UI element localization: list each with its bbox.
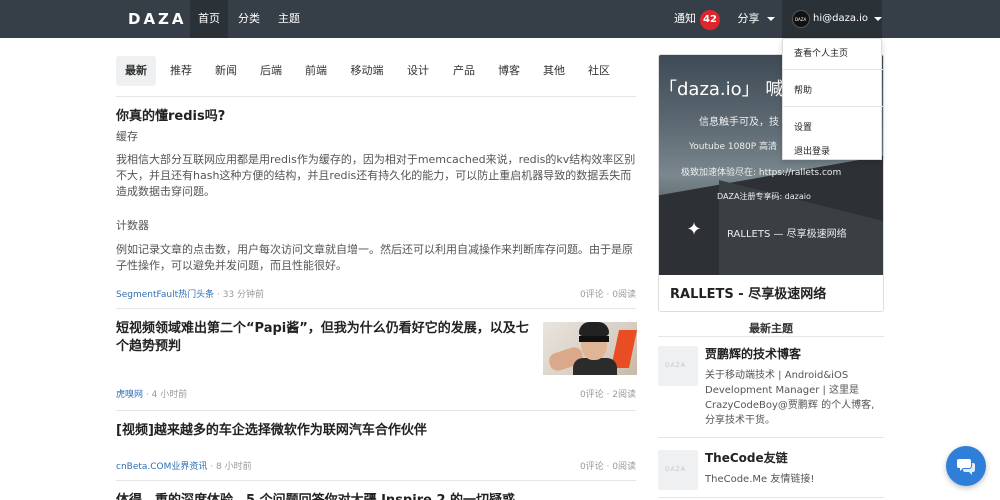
ad-line: 信息触手可及，技 (699, 117, 779, 128)
nav-topics[interactable]: 主题 (270, 0, 308, 38)
category-tabs: 最新 推荐 新闻 后端 前端 移动端 设计 产品 博客 其他 社区 (116, 56, 636, 86)
section-title: 最新主题 (749, 322, 793, 335)
article-thumbnail[interactable] (543, 322, 637, 375)
tab-latest[interactable]: 最新 (116, 56, 156, 86)
topic-thumbnail-text: DAZA (665, 466, 686, 473)
avatar: DAZA (792, 10, 810, 28)
tab-community[interactable]: 社区 (579, 56, 619, 86)
chat-button[interactable] (946, 446, 986, 486)
tabs-divider (116, 96, 636, 97)
ad-caption: RALLETS - 尽享极速网络 (670, 287, 827, 302)
menu-item-settings[interactable]: 设置 (783, 120, 883, 133)
topic-thumbnail[interactable]: DAZA (658, 346, 698, 386)
article-stats: 0评论 · 2阅读 (579, 390, 636, 400)
menu-divider (783, 69, 883, 70)
article-title[interactable]: 体得，重的深度体验，5 个问题回答你对大疆 Inspire 2 的一切疑惑 (116, 492, 636, 500)
article-source[interactable]: 虎嗅网 (116, 390, 143, 400)
user-dropdown-menu: 查看个人主页 帮助 设置 退出登录 (782, 38, 883, 160)
share-label: 分享 (737, 12, 760, 25)
article-time: 4 小时前 (151, 390, 188, 400)
topic-thumbnail[interactable]: DAZA (658, 450, 698, 490)
article-item: 你真的懂redis吗? 缓存 我相信大部分互联网应用都是用redis作为缓存的，… (116, 108, 636, 274)
topic-divider (658, 497, 884, 498)
menu-divider (783, 106, 883, 107)
article-subheading: 缓存 (116, 130, 138, 143)
chat-bubble-icon (957, 459, 975, 475)
chevron-down-icon (874, 17, 882, 21)
ad-line: Youtube 1080P 高清 (689, 142, 778, 152)
ad-line: 极致加速体验尽在: https://rallets.com (681, 168, 842, 178)
article-source[interactable]: SegmentFault热门头条 (116, 290, 214, 300)
chevron-down-icon (766, 17, 775, 21)
rallets-logo-icon: ✦ (686, 219, 702, 240)
article-divider (116, 480, 636, 481)
top-navbar: DAZA 首页 分类 主题 通知 42 分享 DAZA hi@daza.io (0, 0, 1000, 38)
article-title[interactable]: 你真的懂redis吗? (116, 108, 636, 126)
tab-other[interactable]: 其他 (534, 56, 574, 86)
article-meta: SegmentFault热门头条 · 33 分钟前 0评论 · 0阅读 (116, 287, 636, 301)
section-divider (658, 336, 884, 337)
article-time: 8 小时前 (216, 462, 252, 472)
article-subheading: 计数器 (116, 219, 149, 232)
user-menu-button[interactable]: DAZA hi@daza.io (782, 0, 882, 38)
topic-description: 关于移动端技术 | Android&iOS Development Manage… (705, 370, 875, 426)
notifications-label: 通知 (674, 12, 696, 25)
menu-item-profile[interactable]: 查看个人主页 (783, 46, 883, 59)
ad-line: DAZA注册专享码: dazaio (717, 192, 811, 201)
user-email: hi@daza.io (813, 13, 869, 24)
article-meta: 虎嗅网 · 4 小时前 0评论 · 2阅读 (116, 387, 636, 401)
menu-item-help[interactable]: 帮助 (783, 83, 883, 96)
article-excerpt: 例如记录文章的点击数，用户每次访问文章就自增一。然后还可以利用自减操作来判断库存… (116, 243, 633, 272)
article-item: [视频]越来越多的车企选择微软作为联网汽车合作伙伴 (116, 422, 636, 440)
menu-item-logout[interactable]: 退出登录 (783, 144, 883, 157)
article-meta: cnBeta.COM业界资讯 · 8 小时前 0评论 · 0阅读 (116, 459, 636, 473)
tab-news[interactable]: 新闻 (206, 56, 246, 86)
article-title[interactable]: 短视频领域难出第二个“Papi酱”，但我为什么仍看好它的发展，以及七个趋势预判 (116, 320, 541, 356)
notification-count-badge: 42 (700, 10, 720, 30)
topic-thumbnail-text: DAZA (665, 362, 686, 369)
article-source[interactable]: cnBeta.COM业界资讯 (116, 462, 207, 472)
topic-divider (658, 437, 884, 438)
article-stats: 0评论 · 0阅读 (579, 290, 636, 300)
tab-product[interactable]: 产品 (444, 56, 484, 86)
nav-home[interactable]: 首页 (190, 0, 228, 38)
nav-category[interactable]: 分类 (230, 0, 268, 38)
site-logo[interactable]: DAZA (128, 10, 187, 28)
article-item: 短视频领域难出第二个“Papi酱”，但我为什么仍看好它的发展，以及七个趋势预判 (116, 320, 541, 356)
article-divider (116, 308, 636, 309)
article-time: 33 分钟前 (222, 290, 265, 300)
tab-design[interactable]: 设计 (398, 56, 438, 86)
tab-recommended[interactable]: 推荐 (161, 56, 201, 86)
tab-blog[interactable]: 博客 (489, 56, 529, 86)
topic-title[interactable]: 贾鹏辉的技术博客 (705, 345, 801, 362)
avatar-text: DAZA (795, 17, 807, 22)
article-divider (116, 410, 636, 411)
article-stats: 0评论 · 0阅读 (579, 462, 636, 472)
topic-title[interactable]: TheCode友链 (705, 449, 788, 466)
notifications-button[interactable]: 通知 42 (672, 0, 722, 38)
article-item: 体得，重的深度体验，5 个问题回答你对大疆 Inspire 2 的一切疑惑 (116, 492, 636, 500)
topic-description: TheCode.Me 友情链接! (705, 474, 815, 485)
tab-mobile[interactable]: 移动端 (343, 56, 391, 86)
article-title[interactable]: [视频]越来越多的车企选择微软作为联网汽车合作伙伴 (116, 422, 636, 440)
article-excerpt: 我相信大部分互联网应用都是用redis作为缓存的，因为相对于memcached来… (116, 153, 636, 198)
tab-backend[interactable]: 后端 (251, 56, 291, 86)
ad-line: RALLETS — 尽享极速网络 (727, 229, 847, 240)
tab-frontend[interactable]: 前端 (296, 56, 336, 86)
share-menu-button[interactable]: 分享 (734, 0, 778, 38)
